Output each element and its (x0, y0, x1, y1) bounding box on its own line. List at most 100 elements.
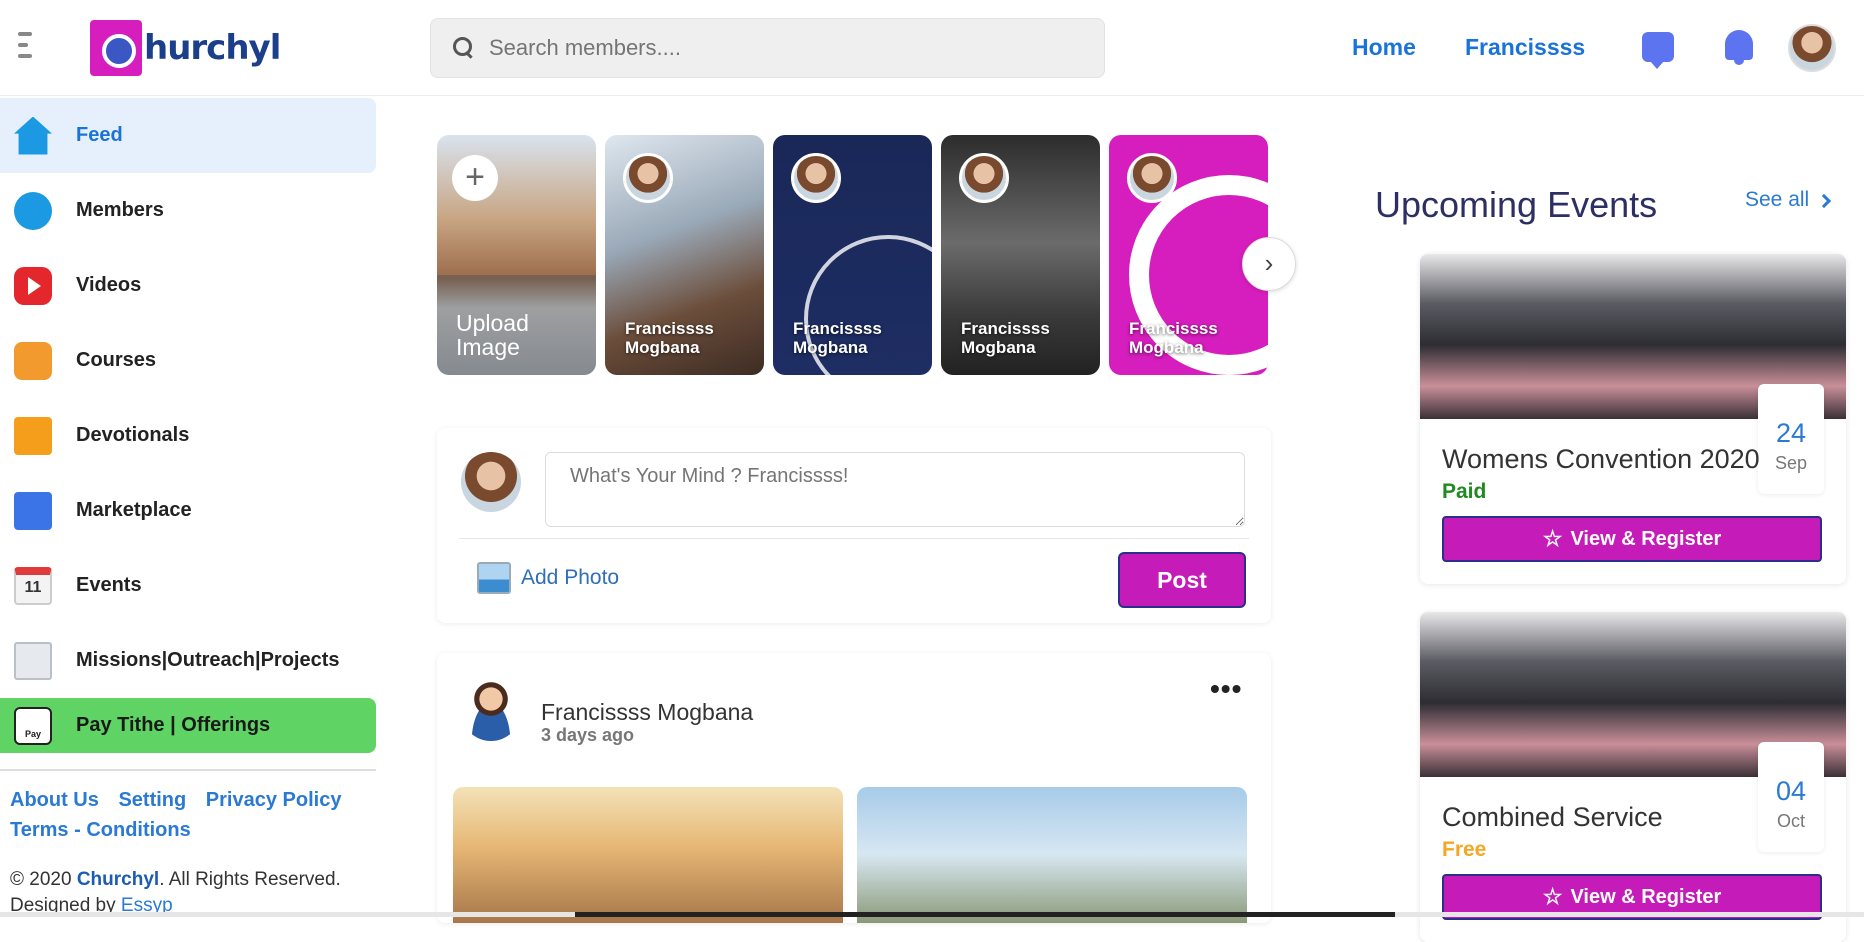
search-input[interactable] (489, 35, 1049, 61)
pay-tithe-button[interactable]: Pay Pay Tithe | Offerings (0, 698, 376, 753)
sidebar-item-members[interactable]: Members (0, 173, 376, 248)
upcoming-events-title: Upcoming Events (1375, 184, 1658, 225)
menu-icon[interactable] (18, 32, 34, 62)
feed-post: Francissss Mogbana 3 days ago ••• (437, 653, 1271, 923)
upload-story[interactable]: + Upload Image (437, 135, 596, 375)
terms-link[interactable]: Terms - Conditions (10, 819, 191, 841)
post-composer: Add Photo Post (437, 428, 1271, 623)
notification-bell-icon[interactable] (1722, 28, 1756, 66)
plus-icon[interactable]: + (452, 155, 498, 201)
home-icon (14, 116, 52, 155)
story-author: Francissss Mogbana (793, 319, 882, 357)
event-title: Combined Service (1442, 802, 1663, 832)
sidebar-item-label: Marketplace (76, 499, 192, 521)
event-day: 04 (1775, 776, 1807, 806)
image-icon (477, 562, 511, 594)
event-card[interactable]: 04 Oct Combined Service Free ☆ View & Re… (1420, 612, 1846, 942)
copyright-suffix: . All Rights Reserved. (159, 869, 341, 890)
chevron-right-icon (1817, 193, 1832, 209)
post-text-input[interactable] (545, 452, 1245, 527)
story-avatar (791, 153, 841, 203)
copyright-brand[interactable]: Churchyl (77, 869, 159, 890)
view-register-label: View & Register (1570, 527, 1722, 550)
add-photo-label: Add Photo (521, 566, 620, 589)
see-all-label: See all (1745, 188, 1810, 211)
composer-avatar (461, 452, 521, 512)
stories-next-chevron-icon[interactable]: › (1242, 237, 1296, 291)
about-us-link[interactable]: About Us (10, 789, 99, 811)
sidebar-item-label: Members (76, 199, 164, 221)
event-price: Free (1442, 838, 1487, 861)
sidebar-item-courses[interactable]: Courses (0, 323, 376, 398)
nav-home-link[interactable]: Home (1352, 34, 1416, 61)
videos-icon (14, 266, 52, 305)
event-day: 24 (1775, 418, 1807, 448)
see-all-link[interactable]: See all (1745, 188, 1832, 212)
upload-story-label: Upload Image (437, 275, 596, 375)
store-icon (14, 491, 52, 530)
story-card[interactable]: Francissss Mogbana (941, 135, 1100, 375)
top-bar: hurchyl Home Francissss (0, 0, 1864, 96)
sidebar-item-label: Missions|Outreach|Projects (76, 649, 340, 671)
story-avatar (1127, 153, 1177, 203)
composer-divider (459, 538, 1249, 539)
view-register-button[interactable]: ☆ View & Register (1442, 516, 1822, 562)
calendar-icon: 11 (14, 566, 52, 605)
app-logo[interactable]: hurchyl (90, 20, 281, 76)
story-card[interactable]: Francissss Mogbana (773, 135, 932, 375)
pay-icon: Pay (14, 706, 52, 745)
chat-icon[interactable] (1642, 32, 1674, 69)
sidebar-item-events[interactable]: 11 Events (0, 548, 376, 623)
post-button[interactable]: Post (1118, 552, 1246, 608)
story-author: Francissss Mogbana (961, 319, 1050, 357)
sidebar-item-label: Feed (76, 124, 123, 146)
sidebar-item-devotionals[interactable]: Devotionals (0, 398, 376, 473)
sidebar-divider (0, 769, 376, 771)
logo-mark-icon (90, 20, 142, 76)
sidebar-item-marketplace[interactable]: Marketplace (0, 473, 376, 548)
logo-text: hurchyl (144, 28, 281, 68)
horizontal-scrollbar[interactable] (0, 912, 1864, 917)
event-date-badge: 24 Sep (1758, 384, 1824, 494)
story-avatar (959, 153, 1009, 203)
post-timestamp: 3 days ago (541, 725, 635, 745)
event-title: Womens Convention 2020 (1442, 444, 1760, 474)
book-icon (14, 416, 52, 455)
story-card[interactable]: Francissss Mogbana (605, 135, 764, 375)
members-icon (14, 191, 52, 230)
event-date-badge: 04 Oct (1758, 742, 1824, 852)
story-author: Francissss Mogbana (625, 319, 714, 357)
search-bar[interactable] (430, 18, 1105, 78)
sidebar-item-label: Videos (76, 274, 142, 296)
post-image[interactable] (453, 787, 843, 923)
event-card[interactable]: 24 Sep Womens Convention 2020 Paid ☆ Vie… (1420, 254, 1846, 584)
sidebar-item-label: Devotionals (76, 424, 190, 446)
more-options-icon[interactable]: ••• (1210, 673, 1242, 705)
event-month: Oct (1776, 811, 1805, 831)
sidebar-item-missions[interactable]: Missions|Outreach|Projects (0, 623, 376, 698)
courses-icon (14, 341, 52, 380)
sidebar: Feed Members Videos Courses Devotionals … (0, 98, 376, 919)
pay-tithe-label: Pay Tithe | Offerings (76, 714, 271, 736)
footer-links: About Us Setting Privacy Policy Terms - … (0, 785, 376, 845)
add-photo-button[interactable]: Add Photo (477, 562, 619, 594)
star-icon: ☆ (1542, 526, 1563, 551)
sidebar-item-feed[interactable]: Feed (0, 98, 376, 173)
setting-link[interactable]: Setting (118, 789, 186, 811)
privacy-policy-link[interactable]: Privacy Policy (206, 789, 342, 811)
post-image[interactable] (857, 787, 1247, 923)
nav-user-link[interactable]: Francissss (1465, 34, 1585, 61)
sidebar-item-videos[interactable]: Videos (0, 248, 376, 323)
copyright-prefix: © 2020 (10, 869, 77, 890)
document-icon (14, 641, 52, 680)
search-icon (453, 37, 475, 59)
post-author-avatar[interactable] (461, 681, 521, 741)
star-icon: ☆ (1542, 884, 1563, 909)
user-avatar[interactable] (1788, 24, 1836, 72)
post-author-name[interactable]: Francissss Mogbana (541, 699, 753, 726)
story-author: Francissss Mogbana (1129, 319, 1218, 357)
event-price: Paid (1442, 480, 1487, 503)
event-month: Sep (1774, 453, 1808, 473)
view-register-label: View & Register (1570, 885, 1722, 908)
stories-strip: + Upload Image Francissss Mogbana Francis… (437, 135, 1273, 375)
